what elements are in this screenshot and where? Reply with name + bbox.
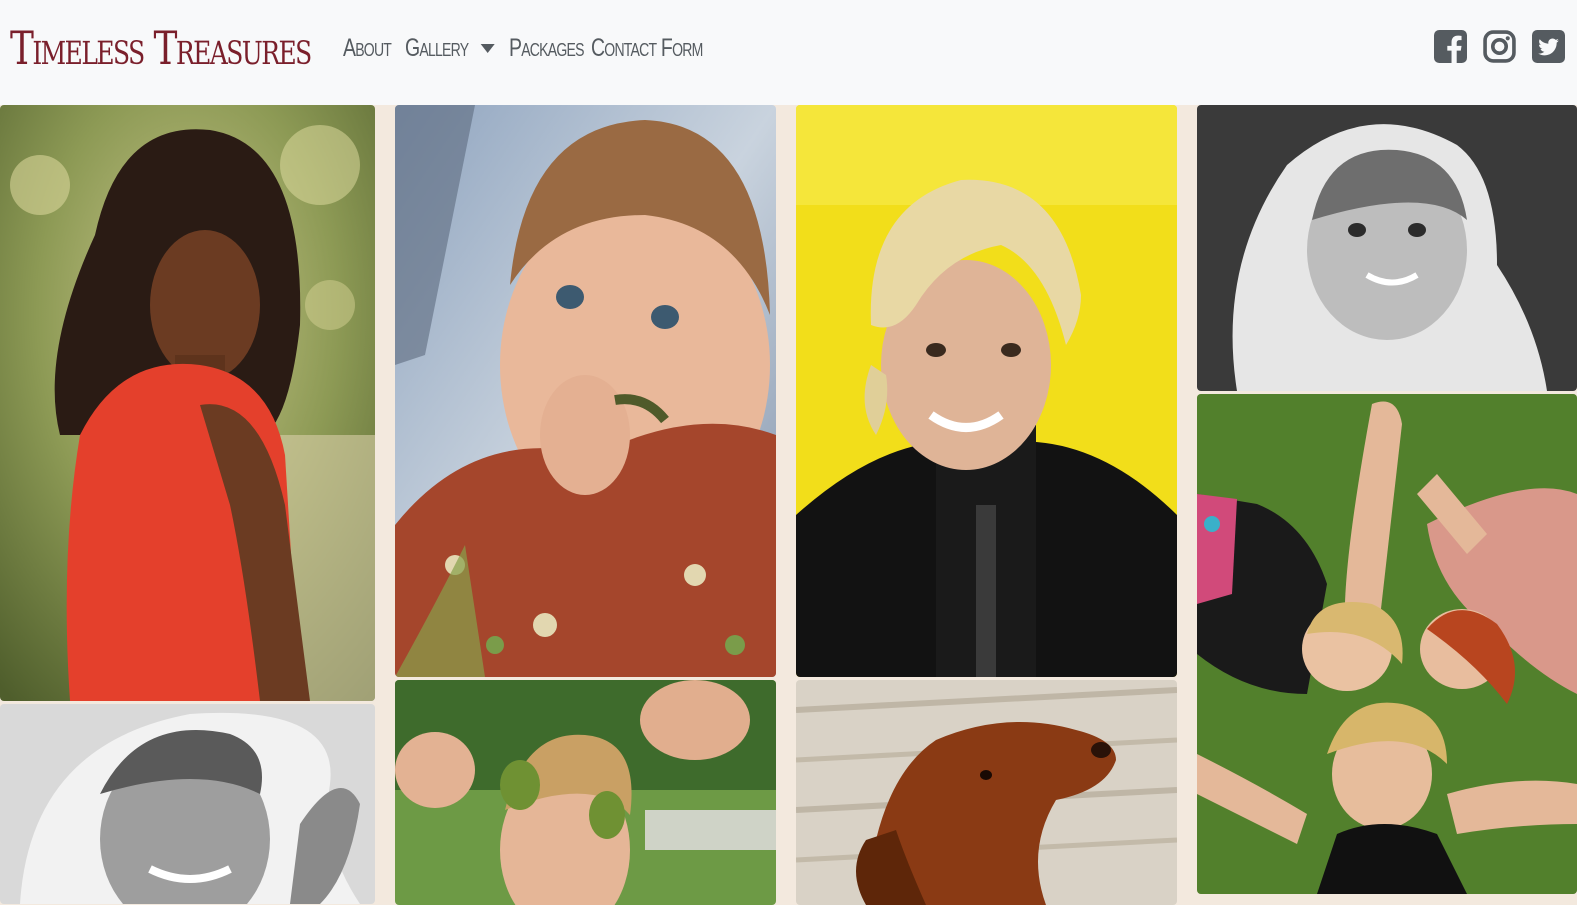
navbar: Timeless Treasures About Gallery Package… bbox=[0, 0, 1577, 105]
gallery-photo-older-woman-hat-bw[interactable] bbox=[0, 704, 375, 904]
gallery-photo-baby-floral-shirt[interactable] bbox=[395, 105, 776, 677]
nav-about-label: About bbox=[343, 33, 392, 62]
chevron-down-icon bbox=[480, 43, 495, 53]
gallery-photo-woman-yellow-background[interactable] bbox=[796, 105, 1177, 677]
facebook-icon[interactable] bbox=[1434, 30, 1467, 63]
nav-gallery-label: Gallery bbox=[405, 33, 469, 62]
gallery-photo-three-women-grass[interactable] bbox=[1197, 394, 1577, 894]
gallery-photo-boy-acorns[interactable] bbox=[395, 680, 776, 905]
nav-about-link[interactable]: About bbox=[343, 33, 392, 63]
nav-packages-link[interactable]: Packages bbox=[509, 34, 584, 63]
social-links bbox=[1434, 30, 1565, 63]
nav-packages-label: Packages bbox=[509, 33, 584, 62]
photo-gallery bbox=[0, 105, 1577, 905]
twitter-icon[interactable] bbox=[1532, 30, 1565, 63]
brand-logo[interactable]: Timeless Treasures bbox=[10, 18, 312, 78]
gallery-photo-brown-dog[interactable] bbox=[796, 680, 1177, 905]
gallery-photo-woman-red-dress[interactable] bbox=[0, 105, 375, 701]
nav-gallery-dropdown[interactable]: Gallery bbox=[405, 34, 495, 63]
instagram-icon[interactable] bbox=[1483, 30, 1516, 63]
nav-contact-label: Contact Form bbox=[591, 33, 703, 62]
nav-contact-link[interactable]: Contact Form bbox=[591, 33, 703, 63]
gallery-photo-toddler-hood-bw[interactable] bbox=[1197, 105, 1577, 391]
